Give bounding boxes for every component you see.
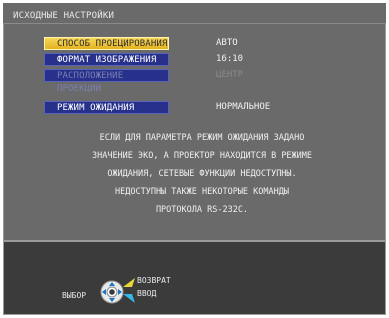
projection-method-value: АВТО (216, 38, 238, 48)
message-line: ЕСЛИ ДЛЯ ПАРАМЕТРА РЕЖИМ ОЖИДАНИЯ ЗАДАНО (99, 133, 305, 143)
enter-arrow-icon (123, 294, 135, 303)
menu-item-projection-position: РАСПОЛОЖЕНИЕ ПРОЕКЦИИ (44, 69, 169, 94)
menu-item-label: РЕЖИМ ОЖИДАНИЯ (57, 103, 135, 113)
control-hint-footer: ВЫБОР ВОЗВРАТ ВВОД (4, 242, 385, 314)
message-line: ПРОТОКОЛА RS-232C. (155, 205, 249, 215)
enter-label: ВВОД (137, 289, 157, 298)
menu-item-standby-mode[interactable]: РЕЖИМ ОЖИДАНИЯ (44, 101, 169, 114)
window-title: ИСХОДНЫЕ НАСТРОЙКИ (13, 11, 115, 21)
select-label: ВЫБОР (62, 291, 87, 300)
standby-info-message: ЕСЛИ ДЛЯ ПАРАМЕТРА РЕЖИМ ОЖИДАНИЯ ЗАДАНО… (72, 129, 332, 219)
message-line: НЕДОСТУПНЫ ТАКЖЕ НЕКОТОРЫЕ КОМАНДЫ (115, 187, 289, 197)
menu-item-label: ФОРМАТ ИЗОБРАЖЕНИЯ (57, 55, 157, 65)
standby-mode-value: НОРМАЛЬНОЕ (216, 102, 271, 112)
aspect-ratio-value: 16:10 (216, 54, 244, 64)
message-line: ОЖИДАНИЯ, СЕТЕВЫЕ ФУНКЦИИ НЕДОСТУПНЫ. (107, 169, 297, 179)
menu-item-aspect-ratio[interactable]: ФОРМАТ ИЗОБРАЖЕНИЯ (44, 53, 169, 66)
menu-item-label: СПОСОБ ПРОЕЦИРОВАНИЯ (57, 39, 168, 49)
message-line: ЗНАЧЕНИЕ ЭКО, А ПРОЕКТОР НАХОДИТСЯ В РЕЖ… (91, 151, 313, 161)
title-bar: ИСХОДНЫЕ НАСТРОЙКИ (3, 3, 386, 24)
projection-position-value: ЦЕНТР (216, 70, 244, 80)
return-arrow-icon (123, 278, 135, 287)
menu-item-projection-method[interactable]: СПОСОБ ПРОЕЦИРОВАНИЯ (44, 37, 169, 50)
return-label: ВОЗВРАТ (137, 276, 171, 285)
